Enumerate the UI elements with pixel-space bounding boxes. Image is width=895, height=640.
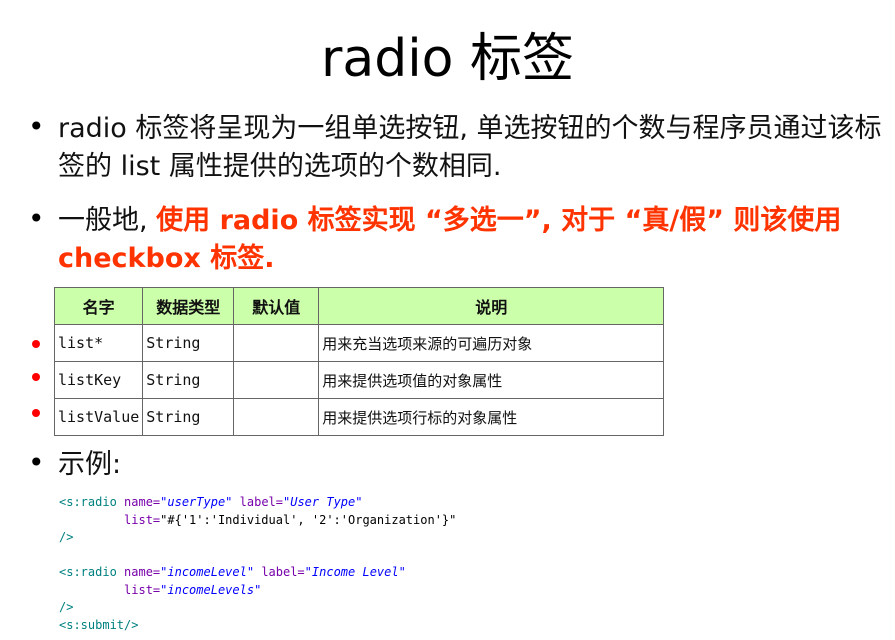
code-token: "incomeLevels" [160,582,262,597]
code-token: "User Type" [283,495,363,509]
cell-default [233,324,320,362]
cell-type: String [142,361,235,399]
table-header-cell: 说明 [318,287,665,325]
code-token: name= [124,495,161,509]
cell-default [233,398,320,436]
cell-desc: 用来充当选项来源的可遍历对象 [318,324,665,362]
code-token: list= [124,582,161,597]
bullet-text-1: radio 标签将呈现为一组单选按钮, 单选按钮的个数与程序员通过该标签的 li… [58,113,882,182]
bullet-dot: • [28,110,45,143]
code-token: label= [239,495,283,509]
bullet-dot: • [28,202,45,235]
code-token: "userType" [160,495,233,509]
table-header-cell: 默认值 [233,287,320,325]
code-token: /> [59,530,74,544]
table-header-cell: 名字 [53,287,144,325]
table-row: listKey String 用来提供选项值的对象属性 [53,361,665,399]
code-token: label= [261,565,305,579]
slide-title: radio 标签 [320,29,575,89]
table-header-cell: 数据类型 [142,287,235,325]
code-token: <s:submit/> [59,617,139,632]
code-token: <s:radio [59,565,117,579]
code-token: <s:radio [59,495,117,509]
cell-default [233,361,320,399]
code-token: "Income Level" [304,565,406,579]
table-row: list* String 用来充当选项来源的可遍历对象 [53,324,665,362]
code-token: name= [124,565,161,579]
bullet-2-emphasis: 使用 radio 标签实现 “多选一”, 对于 “真/假” 则该使用 check… [58,205,842,274]
cell-type: String [142,324,235,362]
code-token: /> [59,600,74,614]
code-sample: <s:radio name="userType" label="User Typ… [59,494,456,634]
table-header-row: 名字 数据类型 默认值 说明 [53,287,665,325]
bullet-dot: • [28,446,45,479]
attributes-table: 名字 数据类型 默认值 说明 list* String 用来充当选项来源的可遍历… [53,287,665,436]
cell-name: list* [53,324,144,362]
code-token: "incomeLevel" [160,565,255,579]
cell-type: String [142,398,235,436]
cell-desc: 用来提供选项值的对象属性 [318,361,665,399]
bullet-text-2: 一般地, 使用 radio 标签实现 “多选一”, 对于 “真/假” 则该使用 … [58,202,883,278]
red-bullet-icon [32,409,40,417]
bullet-2-prefix: 一般地, [58,205,157,236]
red-bullet-icon [32,373,40,381]
code-token: list= [124,512,161,527]
red-bullet-icon [32,340,40,348]
code-token: "#{'1':'Individual', '2':'Organization'}… [160,512,457,527]
table-row: listValue String 用来提供选项行标的对象属性 [53,398,665,436]
cell-name: listValue [53,398,144,436]
cell-desc: 用来提供选项行标的对象属性 [318,398,665,436]
bullet-text-3: 示例: [58,449,122,480]
cell-name: listKey [53,361,144,399]
